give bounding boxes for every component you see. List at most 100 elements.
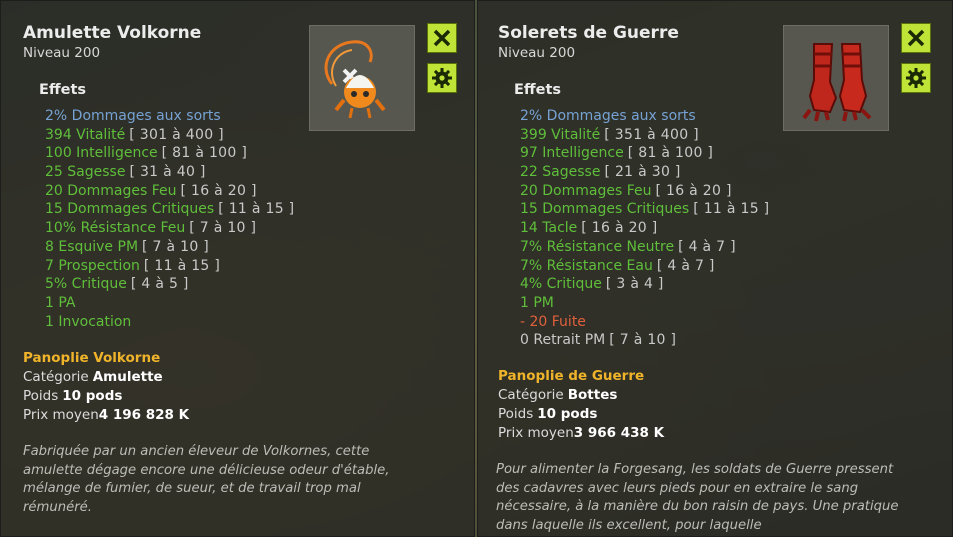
effect-range: [ 81 à 100 ] [161, 145, 248, 162]
weight-row: Poids 10 pods [498, 406, 597, 422]
effect-text: 22 Sagesse [520, 164, 601, 181]
effect-line: 394 Vitalité[ 301 à 400 ] [45, 126, 294, 145]
effect-line: 20 Dommages Feu[ 16 à 20 ] [45, 182, 294, 201]
item-name: Amulette Volkorne [23, 23, 202, 43]
price-row: Prix moyen3 966 438 K [498, 425, 664, 441]
close-icon [433, 29, 451, 47]
weight-label: Poids [498, 406, 534, 422]
effect-text: 1 PA [45, 294, 76, 311]
effect-text: 7% Résistance Eau [520, 257, 653, 274]
effect-range: [ 21 à 30 ] [604, 164, 681, 181]
effect-line: 14 Tacle[ 16 à 20 ] [520, 219, 769, 238]
category-label: Catégorie [23, 369, 89, 385]
close-button[interactable] [901, 23, 931, 53]
effects-list: 2% Dommages aux sorts 394 Vitalité[ 301 à… [45, 107, 294, 331]
effect-text: 7% Résistance Neutre [520, 238, 675, 255]
effect-line: 15 Dommages Critiques[ 11 à 15 ] [520, 200, 769, 219]
price-label: Prix moyen [498, 425, 574, 441]
effect-range: [ 7 à 10 ] [609, 332, 677, 349]
effect-line: 22 Sagesse[ 21 à 30 ] [520, 163, 769, 182]
effect-text: 7 Prospection [45, 257, 140, 274]
effect-line: 1 PM [520, 294, 769, 313]
effect-text: 20 Dommages Feu [45, 182, 177, 199]
category-row: Catégorie Amulette [23, 369, 163, 385]
effect-text: 4% Critique [520, 276, 602, 293]
effect-line: 5% Critique[ 4 à 5 ] [45, 275, 294, 294]
effect-range: [ 11 à 15 ] [218, 201, 295, 218]
weight-value: 10 pods [537, 406, 598, 422]
effect-text: 100 Intelligence [45, 145, 158, 162]
effect-range: [ 16 à 20 ] [180, 182, 257, 199]
effect-range: [ 31 à 40 ] [129, 164, 206, 181]
effect-line: 15 Dommages Critiques[ 11 à 15 ] [45, 200, 294, 219]
item-tooltip-left: Amulette Volkorne Niveau 200 Effets 2% D… [0, 0, 475, 537]
effect-range: [ 301 à 400 ] [129, 126, 224, 143]
item-name: Solerets de Guerre [498, 23, 679, 43]
effect-range: [ 16 à 20 ] [655, 182, 732, 199]
effect-range: [ 4 à 7 ] [678, 238, 736, 255]
set-name[interactable]: Panoplie Volkorne [23, 350, 160, 366]
effect-line: 399 Vitalité[ 351 à 400 ] [520, 126, 769, 145]
effect-line: 20 Dommages Feu[ 16 à 20 ] [520, 182, 769, 201]
effect-text: 10% Résistance Feu [45, 220, 186, 237]
close-button[interactable] [427, 23, 457, 53]
item-level: Niveau 200 [23, 45, 101, 61]
effect-text: 20 Dommages Feu [520, 182, 652, 199]
effect-line: - 20 Fuite [520, 313, 769, 332]
effect-line: 8 Esquive PM[ 7 à 10 ] [45, 238, 294, 257]
effect-line: 10% Résistance Feu[ 7 à 10 ] [45, 219, 294, 238]
effect-line: 100 Intelligence[ 81 à 100 ] [45, 144, 294, 163]
effect-text: 0 Retrait PM [520, 332, 606, 349]
effect-range: [ 4 à 5 ] [130, 276, 189, 293]
category-value: Amulette [92, 369, 163, 385]
effect-range: [ 3 à 4 ] [605, 276, 664, 293]
effect-text: 25 Sagesse [45, 164, 126, 181]
effect-line: 7 Prospection[ 11 à 15 ] [45, 257, 294, 276]
effects-title: Effets [39, 82, 87, 98]
category-row: Catégorie Bottes [498, 387, 617, 403]
effect-text: 15 Dommages Critiques [520, 201, 690, 218]
set-name[interactable]: Panoplie de Guerre [498, 368, 644, 384]
effect-text: 1 Invocation [45, 313, 132, 330]
effect-line: 25 Sagesse[ 31 à 40 ] [45, 163, 294, 182]
effect-line: 7% Résistance Neutre[ 4 à 7 ] [520, 238, 769, 257]
effect-range: [ 4 à 7 ] [656, 257, 715, 274]
weight-label: Poids [23, 388, 59, 404]
item-tooltip-right: Solerets de Guerre Niveau 200 Effets 2% … [477, 0, 953, 537]
close-icon [907, 29, 925, 47]
amulet-icon [309, 25, 415, 131]
settings-button[interactable] [901, 63, 931, 93]
price-value: 3 966 438 K [573, 425, 665, 441]
effect-text: 394 Vitalité [45, 126, 126, 143]
effect-range: [ 16 à 20 ] [581, 220, 658, 237]
effect-range: [ 7 à 10 ] [142, 238, 210, 255]
effect-text: 399 Vitalité [520, 126, 601, 143]
category-label: Catégorie [498, 387, 564, 403]
item-description: Pour alimenter la Forgesang, les soldats… [496, 462, 899, 533]
effect-line: 2% Dommages aux sorts [45, 107, 294, 126]
effect-text: 8 Esquive PM [45, 238, 139, 255]
effect-range: [ 11 à 15 ] [693, 201, 770, 218]
effect-text: 14 Tacle [520, 220, 578, 237]
settings-button[interactable] [427, 63, 457, 93]
weight-row: Poids 10 pods [23, 388, 122, 404]
effect-text: 5% Critique [45, 276, 127, 293]
effect-line: 4% Critique[ 3 à 4 ] [520, 275, 769, 294]
category-value: Bottes [567, 387, 618, 403]
gear-icon [432, 68, 452, 88]
item-level: Niveau 200 [498, 45, 576, 61]
effect-text: 15 Dommages Critiques [45, 201, 215, 218]
effect-line: 7% Résistance Eau[ 4 à 7 ] [520, 257, 769, 276]
boots-icon [783, 25, 889, 131]
effect-range: [ 351 à 400 ] [604, 126, 699, 143]
effect-range: [ 11 à 15 ] [143, 257, 221, 274]
effect-text: 97 Intelligence [520, 145, 624, 162]
price-value: 4 196 828 K [98, 407, 190, 423]
effect-range: [ 7 à 10 ] [189, 220, 257, 237]
effect-text: 1 PM [520, 294, 554, 311]
effect-line: 1 PA [45, 294, 294, 313]
weight-value: 10 pods [62, 388, 123, 404]
gear-icon [906, 68, 926, 88]
price-row: Prix moyen4 196 828 K [23, 407, 189, 423]
effect-line: 97 Intelligence[ 81 à 100 ] [520, 144, 769, 163]
